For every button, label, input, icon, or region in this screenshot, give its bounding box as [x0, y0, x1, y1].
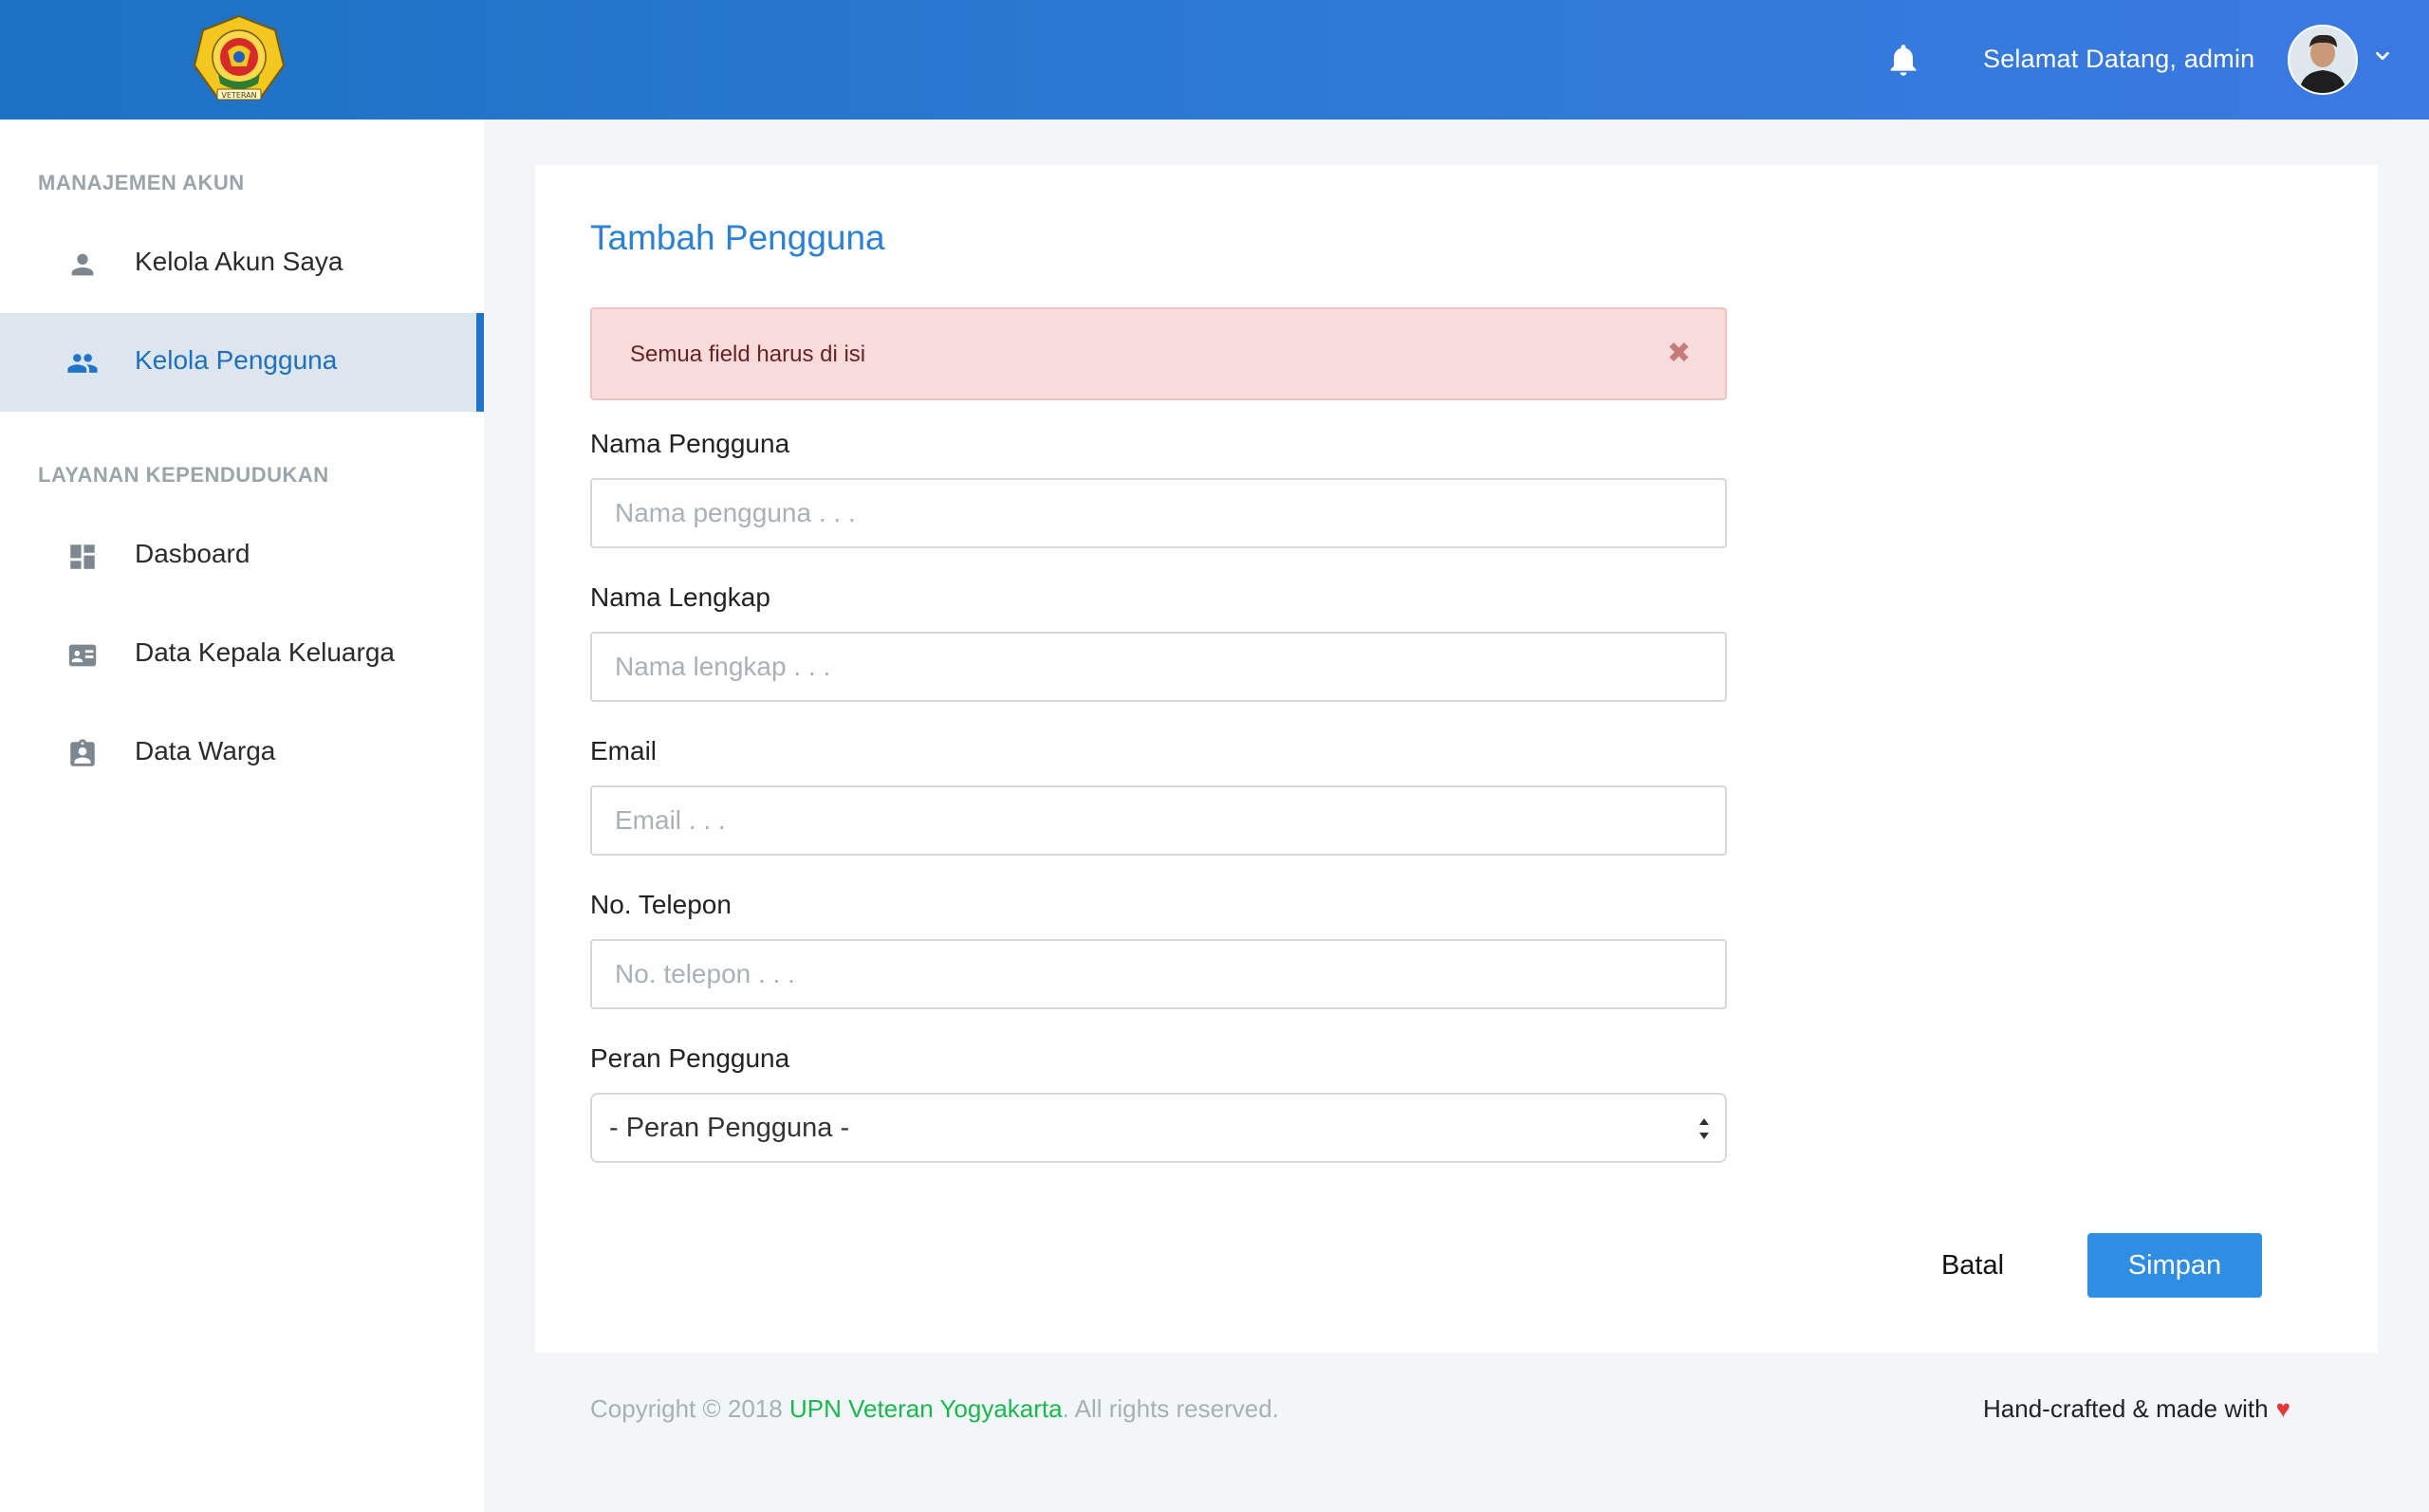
copyright-suffix: . All rights reserved.: [1062, 1394, 1279, 1423]
sidebar-item-label: Data Warga: [135, 736, 276, 765]
sidebar-item-data-warga[interactable]: Data Warga: [0, 704, 484, 802]
logo-text: VETERAN: [221, 91, 256, 100]
footer-brand-link[interactable]: UPN Veteran Yogyakarta: [789, 1394, 1063, 1423]
cancel-button[interactable]: Batal: [1911, 1233, 2034, 1298]
welcome-text: Selamat Datang, admin: [1983, 45, 2255, 73]
id-card-icon: [66, 639, 99, 672]
footer-made-with: Hand-crafted & made with ♥: [1983, 1394, 2290, 1424]
copyright-prefix: Copyright © 2018: [590, 1394, 789, 1423]
nama-lengkap-input[interactable]: [590, 632, 1727, 702]
page-title: Tambah Pengguna: [590, 218, 885, 257]
sidebar-item-kelola-akun-saya[interactable]: Kelola Akun Saya: [0, 214, 484, 313]
avatar[interactable]: [2288, 25, 2358, 95]
email-label: Email: [590, 736, 658, 765]
error-alert: Semua field harus di isi ✖: [590, 307, 1727, 400]
sidebar-item-kelola-pengguna[interactable]: Kelola Pengguna: [0, 313, 484, 412]
footer-copyright: Copyright © 2018 UPN Veteran Yogyakarta.…: [590, 1394, 1279, 1424]
peran-pengguna-label: Peran Pengguna: [590, 1043, 790, 1073]
close-icon[interactable]: ✖: [1667, 338, 1691, 370]
person-icon: [66, 249, 99, 281]
sidebar-section-title: MANAJEMEN AKUN: [38, 171, 245, 194]
made-with-text: Hand-crafted & made with: [1983, 1394, 2269, 1423]
form-card: Tambah Pengguna Semua field harus di isi…: [535, 165, 2378, 1353]
no-telepon-label: No. Telepon: [590, 890, 732, 919]
dashboard-icon: [66, 541, 99, 573]
select-arrows-icon: [1697, 1110, 1712, 1148]
sidebar-item-dasboard[interactable]: Dasboard: [0, 507, 484, 605]
peran-pengguna-select[interactable]: - Peran Pengguna -: [590, 1093, 1727, 1163]
sidebar-section-title: LAYANAN KEPENDUDUKAN: [38, 463, 329, 487]
nama-pengguna-input[interactable]: [590, 478, 1727, 548]
nama-pengguna-label: Nama Pengguna: [590, 429, 790, 458]
top-navbar: VETERAN Selamat Datang, admin: [0, 0, 2429, 120]
people-icon: [66, 347, 99, 379]
sidebar-item-data-kepala-keluarga[interactable]: Data Kepala Keluarga: [0, 605, 484, 704]
sidebar-item-label: Data Kepala Keluarga: [135, 637, 395, 667]
bell-icon[interactable]: [1884, 41, 1922, 79]
clipboard-user-icon: [66, 738, 99, 770]
sidebar-item-label: Kelola Pengguna: [135, 345, 338, 375]
save-button[interactable]: Simpan: [2087, 1233, 2262, 1298]
select-value: - Peran Pengguna -: [609, 1113, 850, 1143]
heart-icon: ♥: [2275, 1394, 2291, 1423]
university-logo[interactable]: VETERAN: [192, 13, 287, 108]
email-input[interactable]: [590, 785, 1727, 856]
sidebar-item-label: Kelola Akun Saya: [135, 247, 343, 276]
sidebar-item-label: Dasboard: [135, 539, 250, 568]
no-telepon-input[interactable]: [590, 939, 1727, 1009]
alert-message: Semua field harus di isi: [630, 341, 866, 367]
nama-lengkap-label: Nama Lengkap: [590, 582, 770, 612]
chevron-down-icon[interactable]: [2372, 46, 2393, 66]
sidebar: MANAJEMEN AKUN Kelola Akun Saya Kelola P…: [0, 120, 484, 1512]
